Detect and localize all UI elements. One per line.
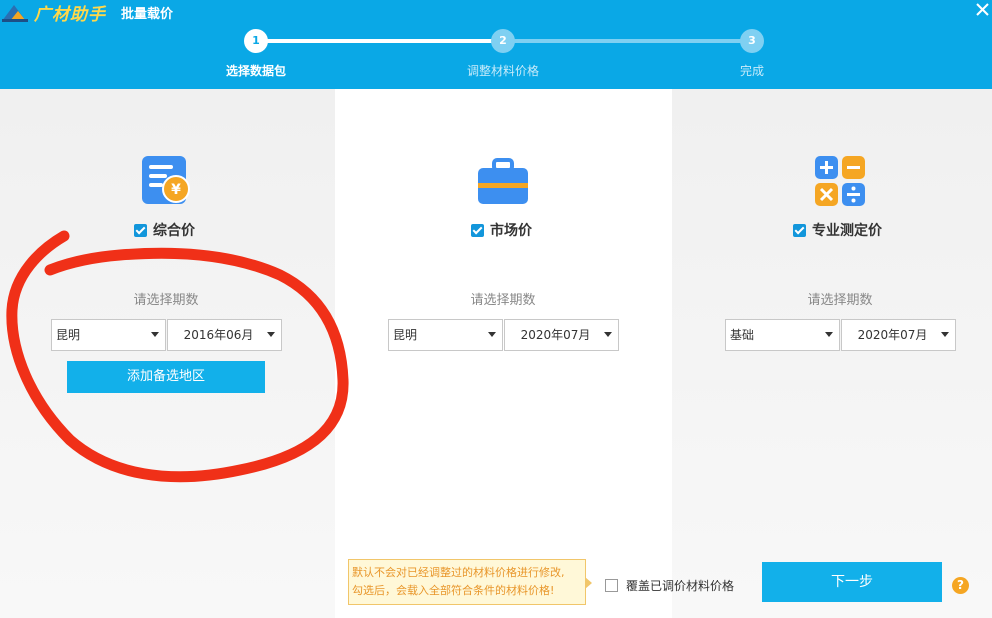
overwrite-option[interactable]: 覆盖已调价材料价格 [605,577,734,594]
header-bar: 广材助手 批量载价 1 2 3 选择数据包 调整材料价格 完成 [0,0,992,89]
market-price-label: 市场价 [490,223,532,239]
calculator-icon [815,156,865,206]
professional-period-label: 请选择期数 [807,293,873,308]
svg-text:¥: ¥ [171,182,181,198]
market-period-value: 2020年07月 [520,328,591,342]
next-button[interactable]: 下一步 [762,562,942,602]
professional-price-panel: 专业测定价 请选择期数 基础 2020年07月 [672,89,992,618]
step-2-label: 调整材料价格 [466,64,539,78]
market-period-select[interactable]: 2020年07月 [504,319,619,351]
briefcase-icon [478,158,528,204]
professional-category-value: 基础 [730,328,755,342]
professional-category-select[interactable]: 基础 [725,319,840,351]
tooltip-line-2: 勾选后，会载入全部符合条件的材料价格! [352,584,555,597]
step-2-circle: 2 [491,29,515,53]
composite-period-value: 2016年06月 [183,328,254,342]
chevron-down-icon [151,332,159,337]
step-1-circle: 1 [244,29,268,53]
help-icon[interactable]: ? [952,577,969,594]
composite-region-select[interactable]: 昆明 [51,319,166,351]
chevron-down-icon [488,332,496,337]
overwrite-label: 覆盖已调价材料价格 [626,579,735,593]
professional-price-checkbox-row[interactable]: 专业测定价 [793,220,882,240]
step-connector-2 [510,39,746,43]
market-region-value: 昆明 [393,328,418,342]
professional-price-checkbox[interactable] [793,223,806,237]
logo-text: 广材助手 [34,4,106,25]
chevron-down-icon [825,332,833,337]
add-region-button[interactable]: 添加备选地区 [67,361,265,393]
app-logo: 广材助手 [0,0,106,25]
chevron-down-icon [941,332,949,337]
step-3-circle: 3 [740,29,764,53]
tooltip-line-1: 默认不会对已经调整过的材料价格进行修改, [352,566,565,579]
step-1-label: 选择数据包 [225,64,286,78]
market-price-checkbox[interactable] [471,223,484,237]
composite-price-label: 综合价 [153,223,195,239]
chevron-down-icon [604,332,612,337]
professional-price-label: 专业测定价 [812,223,882,239]
market-region-select[interactable]: 昆明 [388,319,503,351]
batch-price-window: 广材助手 批量载价 1 2 3 选择数据包 调整材料价格 完成 ¥ 综合价 请选… [0,0,992,618]
composite-price-checkbox-row[interactable]: 综合价 [134,220,195,240]
market-price-checkbox-row[interactable]: 市场价 [471,220,532,240]
chevron-down-icon [267,332,275,337]
logo-icon [2,5,28,22]
step-connector-1 [262,39,498,43]
composite-period-label: 请选择期数 [133,293,199,308]
composite-period-select[interactable]: 2016年06月 [167,319,282,351]
overwrite-checkbox[interactable] [605,579,618,592]
composite-price-checkbox[interactable] [134,223,147,237]
overwrite-hint-tooltip: 默认不会对已经调整过的材料价格进行修改, 勾选后，会载入全部符合条件的材料价格! [348,559,592,605]
professional-period-value: 2020年07月 [857,328,928,342]
price-document-icon: ¥ [142,156,190,204]
step-3-label: 完成 [739,64,764,78]
composite-region-value: 昆明 [56,328,81,342]
window-title: 批量载价 [121,7,174,22]
market-period-label: 请选择期数 [470,293,536,308]
composite-price-panel: ¥ 综合价 请选择期数 昆明 2016年06月 添加备选地区 [0,89,335,618]
close-icon[interactable] [972,0,992,20]
market-price-panel: 市场价 请选择期数 昆明 2020年07月 [335,89,672,618]
professional-period-select[interactable]: 2020年07月 [841,319,956,351]
